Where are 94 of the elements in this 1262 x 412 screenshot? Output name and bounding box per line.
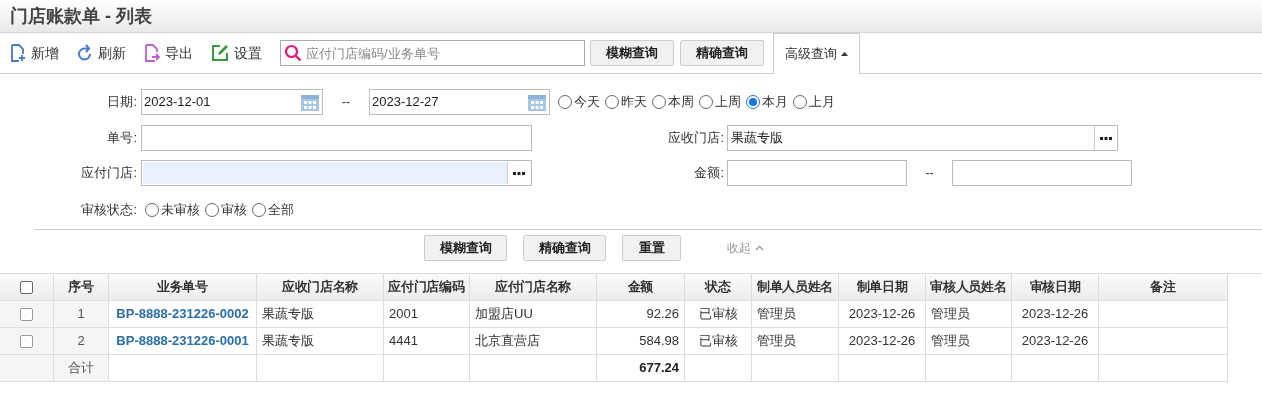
- radio-option[interactable]: 全部: [252, 200, 294, 220]
- receiving-store-field[interactable]: 果蔬专版: [727, 125, 1118, 151]
- field-label: 日期:: [106, 93, 137, 112]
- column-header: 金额: [597, 274, 685, 301]
- range-separator: --: [924, 164, 935, 183]
- column-header: 审核日期: [1012, 274, 1099, 301]
- table-cell: 2023-12-26: [1012, 301, 1099, 328]
- table-cell: 1: [54, 301, 109, 328]
- search-field[interactable]: 应付门店编码/业务单号: [280, 40, 585, 66]
- column-header: 应付门店编码: [384, 274, 470, 301]
- row-checkbox[interactable]: [20, 307, 33, 321]
- column-header: 审核人员姓名: [926, 274, 1012, 301]
- radio-button[interactable]: [699, 95, 713, 109]
- table-cell: 2023-12-26: [839, 328, 926, 355]
- edit-icon: [211, 44, 229, 62]
- refresh-icon: [77, 44, 93, 62]
- table-cell: 已审核: [685, 301, 752, 328]
- table-cell: 2001: [384, 301, 470, 328]
- total-label: 合计: [54, 355, 109, 382]
- column-header: 状态: [685, 274, 752, 301]
- table-cell: 92.26: [597, 301, 685, 328]
- ellipsis-icon: [513, 171, 525, 175]
- range-separator: --: [340, 93, 352, 112]
- field-label: 单号:: [106, 129, 137, 148]
- table-cell: 果蔬专版: [257, 301, 384, 328]
- table-cell: 2: [54, 328, 109, 355]
- order-number-link[interactable]: BP-8888-231226-0002: [109, 301, 257, 328]
- amount-field[interactable]: [952, 160, 1132, 186]
- radio-option[interactable]: 未审核: [145, 200, 200, 220]
- column-header: 制单人员姓名: [752, 274, 839, 301]
- table-cell: 北京直营店: [470, 328, 597, 355]
- query-button[interactable]: 精确查询: [680, 40, 764, 66]
- table-cell: 2023-12-26: [839, 301, 926, 328]
- radio-option[interactable]: 本月: [746, 92, 788, 112]
- radio-button[interactable]: [746, 95, 760, 109]
- total-amount: 677.24: [597, 355, 685, 382]
- toolbar-button[interactable]: 新增: [10, 42, 59, 64]
- export-file-icon: [144, 44, 160, 62]
- radio-button[interactable]: [252, 203, 266, 217]
- column-header: 制单日期: [839, 274, 926, 301]
- paying-store-field[interactable]: [141, 160, 532, 186]
- amount-field[interactable]: [727, 160, 907, 186]
- select-all-checkbox[interactable]: [20, 280, 33, 294]
- toolbar-button[interactable]: 导出: [144, 42, 193, 64]
- radio-button[interactable]: [145, 203, 159, 217]
- table-cell: 管理员: [926, 328, 1012, 355]
- radio-button[interactable]: [793, 95, 807, 109]
- radio-button[interactable]: [652, 95, 666, 109]
- column-header: 序号: [54, 274, 109, 301]
- radio-option[interactable]: 本周: [652, 92, 694, 112]
- toolbar-button[interactable]: 刷新: [77, 42, 126, 64]
- table-cell: 2023-12-26: [1012, 328, 1099, 355]
- column-header: 备注: [1099, 274, 1228, 301]
- table-cell: 已审核: [685, 328, 752, 355]
- query-button[interactable]: 模糊查询: [590, 40, 674, 66]
- table-cell: 管理员: [752, 328, 839, 355]
- query-button[interactable]: 精确查询: [523, 235, 606, 261]
- advanced-query-tab[interactable]: 高级查询: [773, 33, 860, 74]
- query-button[interactable]: 模糊查询: [424, 235, 507, 261]
- radio-option[interactable]: 昨天: [605, 92, 647, 112]
- page-title: 门店账款单 - 列表: [10, 4, 152, 28]
- column-header: 应付门店名称: [470, 274, 597, 301]
- table-cell: 管理员: [926, 301, 1012, 328]
- column-header: 应收门店名称: [257, 274, 384, 301]
- radio-option[interactable]: 今天: [558, 92, 600, 112]
- table-cell: 4441: [384, 328, 470, 355]
- radio-button[interactable]: [558, 95, 572, 109]
- row-checkbox[interactable]: [20, 334, 33, 348]
- query-button[interactable]: 重置: [622, 235, 681, 261]
- add-file-icon: [10, 44, 26, 62]
- radio-option[interactable]: 审核: [205, 200, 247, 220]
- order-number-link[interactable]: BP-8888-231226-0001: [109, 328, 257, 355]
- radio-button[interactable]: [205, 203, 219, 217]
- date-field[interactable]: 2023-12-01: [141, 89, 323, 115]
- table-cell: 584.98: [597, 328, 685, 355]
- radio-option[interactable]: 上周: [699, 92, 741, 112]
- table-cell: [685, 355, 752, 382]
- field-label: 金额:: [693, 164, 724, 183]
- field-label: 应收门店:: [667, 129, 724, 148]
- order-number-field[interactable]: [141, 125, 532, 151]
- ellipsis-icon: [1100, 136, 1112, 140]
- toolbar-button[interactable]: 设置: [211, 42, 262, 64]
- chevron-up-icon: [755, 245, 764, 251]
- table-cell: 果蔬专版: [257, 328, 384, 355]
- radio-option[interactable]: 上月: [793, 92, 835, 112]
- column-header: 业务单号: [109, 274, 257, 301]
- caret-icon: [841, 52, 848, 56]
- radio-button[interactable]: [605, 95, 619, 109]
- field-label: 应付门店:: [80, 164, 137, 183]
- date-field[interactable]: 2023-12-27: [369, 89, 550, 115]
- search-icon: [284, 44, 302, 62]
- field-label: 审核状态:: [80, 201, 137, 220]
- table-cell: 管理员: [752, 301, 839, 328]
- table-cell: 加盟店UU: [470, 301, 597, 328]
